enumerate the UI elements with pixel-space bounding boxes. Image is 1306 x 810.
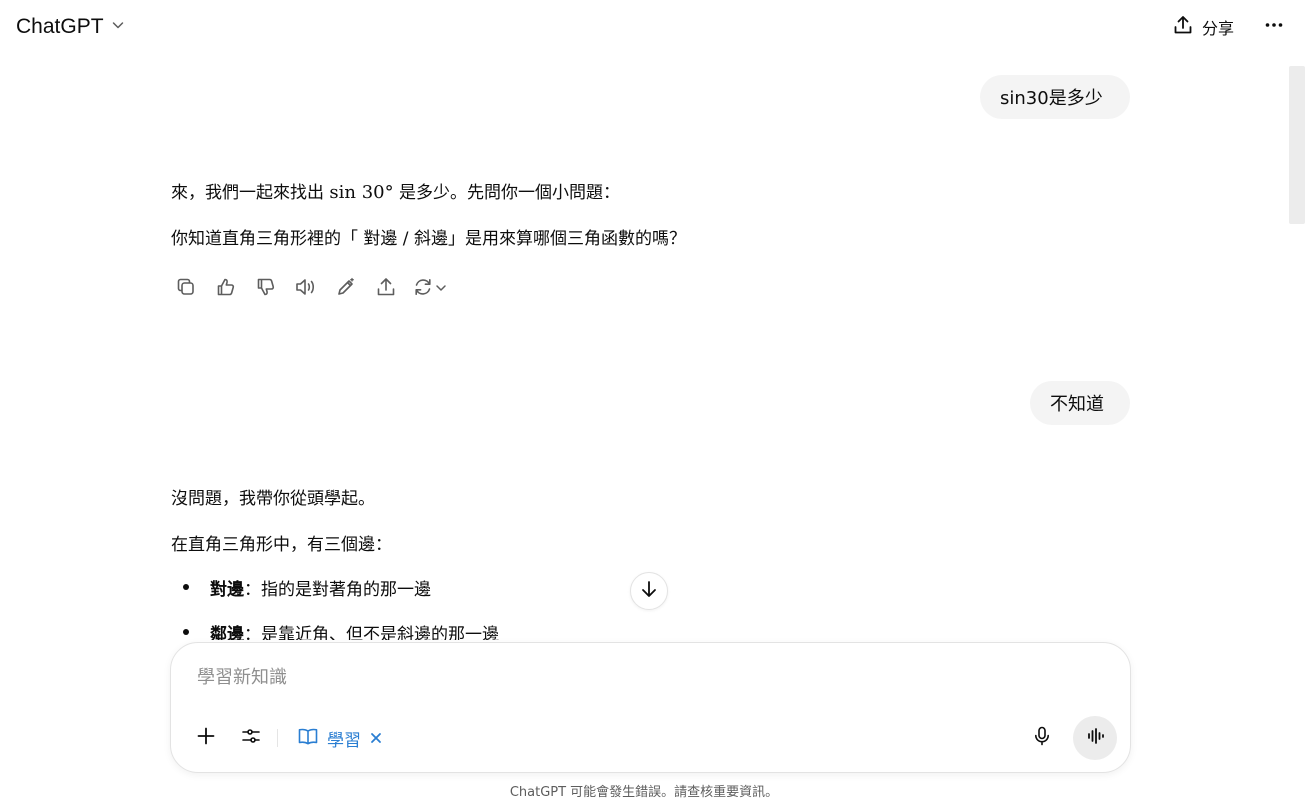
add-attachment-button[interactable] — [188, 720, 224, 756]
share-message-button[interactable] — [368, 274, 404, 304]
more-options-button[interactable] — [1256, 9, 1292, 45]
arrow-down-icon — [638, 578, 660, 604]
scroll-to-bottom-button[interactable] — [630, 572, 668, 610]
user-message: sin30是多少 — [980, 75, 1130, 119]
assistant-text-line: 你知道直角三角形裡的「 對邊 / 斜邊」是用來算哪個三角函數的嗎？ — [171, 229, 686, 249]
prompt-input[interactable] — [197, 663, 1057, 691]
assistant-text: 是多少。先問你一個小問題： — [393, 183, 621, 203]
top-bar: ChatGPT 分享 — [0, 0, 1306, 54]
scrollbar-thumb[interactable] — [1289, 66, 1305, 224]
chevron-down-icon — [110, 17, 126, 37]
assistant-text-line: 在直角三角形中，有三個邊： — [171, 535, 392, 555]
thumbs-down-button[interactable] — [248, 274, 284, 304]
chevron-down-icon — [434, 280, 448, 299]
close-icon[interactable] — [369, 731, 383, 745]
share-icon — [375, 276, 397, 302]
voice-mode-button[interactable] — [1073, 716, 1117, 760]
regenerate-icon — [412, 276, 434, 302]
user-message: 不知道 — [1030, 381, 1130, 425]
message-actions — [168, 274, 452, 304]
thumbs-up-button[interactable] — [208, 274, 244, 304]
thumbs-down-icon — [255, 276, 277, 302]
assistant-text-line: 沒問題，我帶你從頭學起。 — [171, 489, 375, 509]
voice-waveform-icon — [1084, 725, 1106, 751]
disclaimer-text: ChatGPT 可能會發生錯誤。請查核重要資訊。 — [509, 785, 779, 800]
dictate-button[interactable] — [1024, 720, 1060, 756]
user-message-text: sin30是多少 — [1000, 88, 1103, 109]
tools-button[interactable] — [233, 720, 269, 756]
math-expression: sin 30° — [329, 182, 394, 203]
list-item-desc: ：指的是對著角的那一邊 — [244, 580, 431, 600]
list-item: 對邊：指的是對著角的那一邊 — [210, 575, 431, 600]
sliders-icon — [240, 725, 262, 751]
more-dots-icon — [1263, 14, 1285, 40]
copy-button[interactable] — [168, 274, 204, 304]
microphone-icon — [1031, 725, 1053, 751]
assistant-text: 來，我們一起來找出 — [171, 183, 330, 203]
edit-pen-icon — [335, 276, 357, 302]
thumbs-up-icon — [215, 276, 237, 302]
bullet-dot — [183, 629, 189, 635]
model-switcher[interactable]: ChatGPT — [10, 9, 132, 45]
list-item-term: 對邊 — [210, 580, 244, 600]
study-mode-label: 學習 — [327, 730, 361, 751]
share-icon — [1172, 14, 1194, 40]
share-label: 分享 — [1202, 19, 1235, 38]
study-mode-chip[interactable]: 學習 — [289, 720, 391, 756]
share-button[interactable]: 分享 — [1164, 9, 1242, 45]
open-book-icon — [297, 725, 319, 752]
composer: 學習 — [170, 642, 1131, 773]
toolbar-divider — [277, 729, 278, 747]
plus-icon — [195, 725, 217, 751]
user-message-text: 不知道 — [1050, 394, 1104, 415]
assistant-text-line: 來，我們一起來找出 sin 30° 是多少。先問你一個小問題： — [171, 178, 620, 203]
regenerate-button[interactable] — [408, 274, 452, 304]
read-aloud-button[interactable] — [288, 274, 324, 304]
model-name: ChatGPT — [16, 15, 104, 38]
copy-icon — [175, 276, 197, 302]
bullet-dot — [183, 584, 189, 590]
edit-in-canvas-button[interactable] — [328, 274, 364, 304]
read-aloud-icon — [294, 276, 318, 302]
